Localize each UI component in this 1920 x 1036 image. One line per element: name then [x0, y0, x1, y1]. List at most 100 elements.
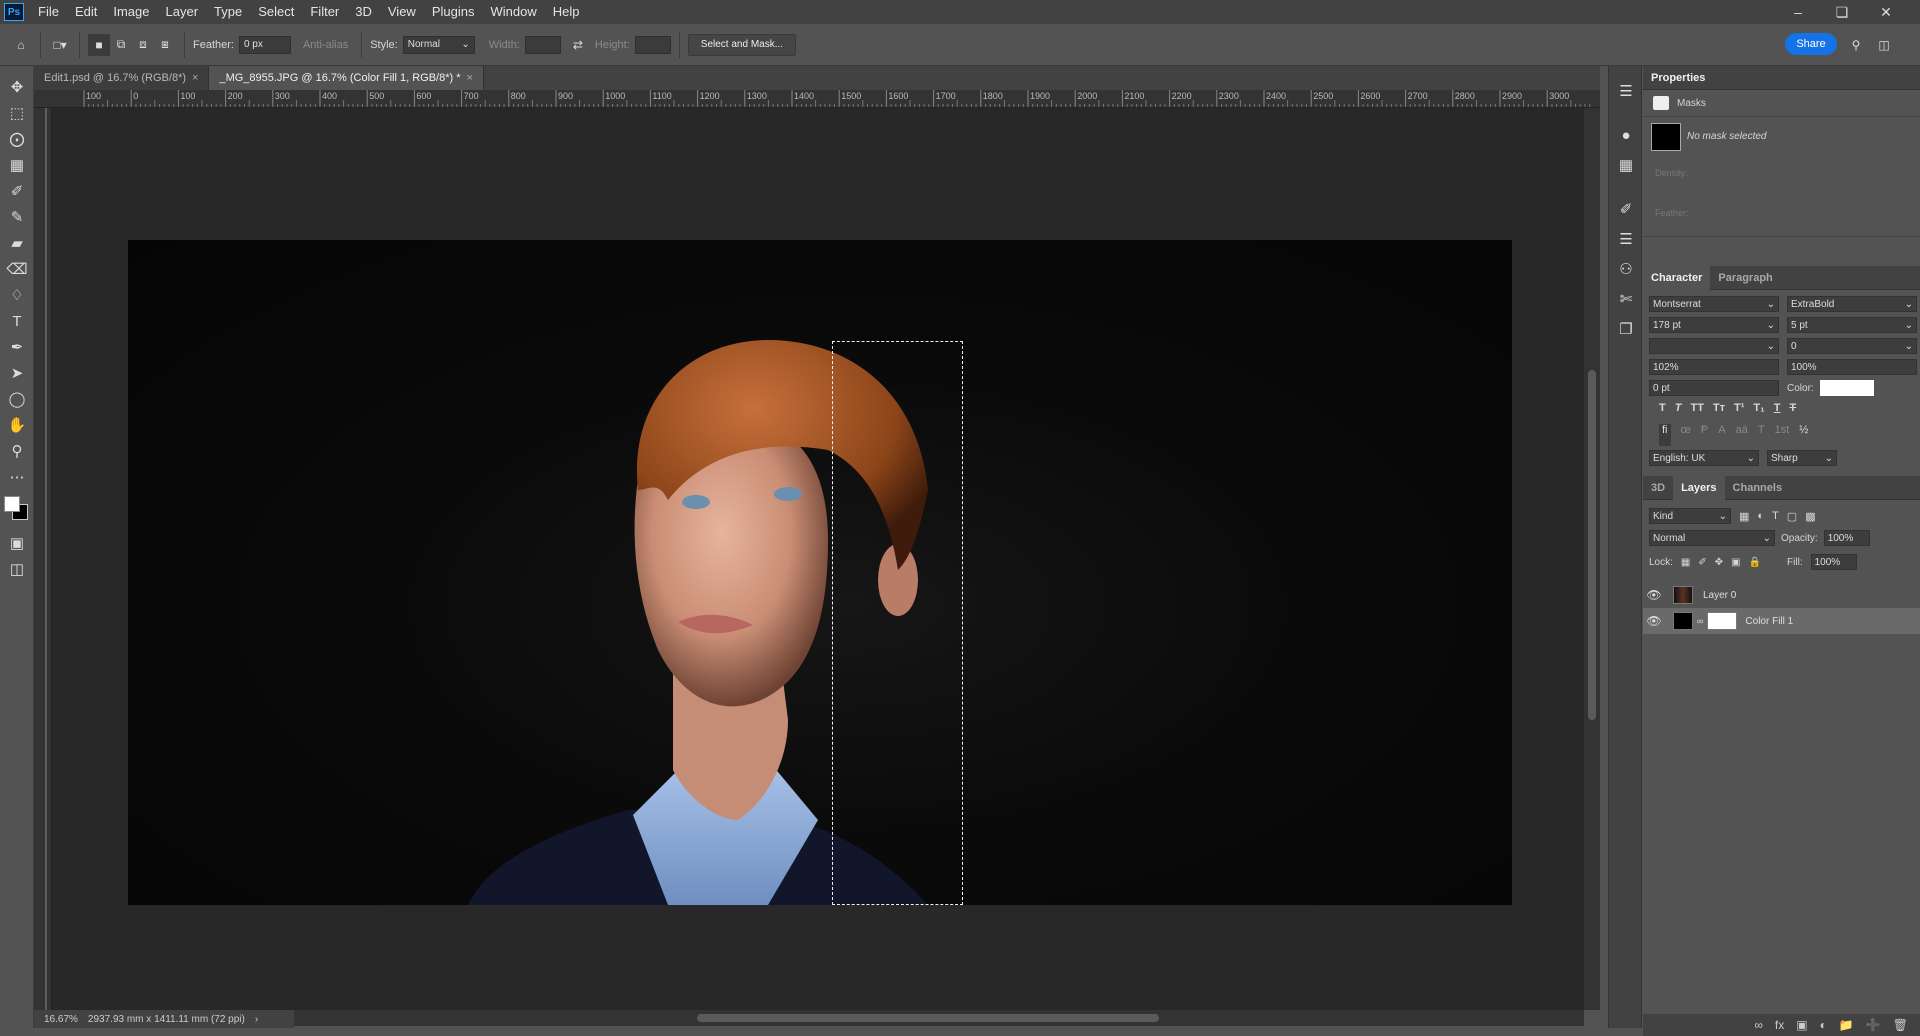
baseline-shift-input[interactable]: 0 pt [1649, 380, 1779, 396]
opacity-input[interactable]: 100% [1823, 530, 1870, 546]
lasso-tool-icon[interactable]: ⨀ [0, 126, 34, 152]
style-select[interactable]: Normal ⌄ [402, 35, 475, 54]
chevron-right-icon[interactable]: › [255, 1014, 258, 1025]
horizontal-scale-input[interactable]: 100% [1787, 359, 1917, 375]
home-icon[interactable]: ⌂ [10, 34, 32, 56]
stamp-tool-icon[interactable]: ▰ [0, 230, 34, 256]
scroll-thumb[interactable] [1588, 370, 1596, 720]
adjustment-filter-icon[interactable]: ◐ [1757, 510, 1764, 522]
ordinals-icon[interactable]: 1st [1775, 424, 1790, 446]
menu-select[interactable]: Select [250, 0, 302, 24]
menu-filter[interactable]: Filter [302, 0, 347, 24]
marquee-tool-icon[interactable]: ⬚ [0, 100, 34, 126]
tab-character[interactable]: Character [1643, 265, 1711, 290]
type-tool-icon[interactable]: T [0, 308, 34, 334]
pixel-filter-icon[interactable]: ▦ [1739, 510, 1749, 523]
kerning-select[interactable]: ⌄ [1649, 338, 1779, 354]
3d-icon[interactable]: ● [1609, 122, 1643, 148]
type-filter-icon[interactable]: T [1772, 510, 1779, 522]
tab-channels[interactable]: Channels [1725, 476, 1791, 500]
adjustment-layer-icon[interactable]: ◐ [1820, 1018, 1827, 1032]
new-selection-icon[interactable]: ■ [88, 33, 110, 56]
lock-transparent-icon[interactable]: ▦ [1681, 557, 1690, 568]
zoom-level[interactable]: 16.67% [44, 1014, 78, 1025]
menu-edit[interactable]: Edit [67, 0, 105, 24]
lock-artboard-icon[interactable]: ▣ [1731, 557, 1740, 568]
minimize-icon[interactable]: – [1776, 0, 1820, 24]
fractions-icon[interactable]: ½ [1799, 424, 1808, 446]
layer-row[interactable]: 👁 Layer 0 [1643, 582, 1920, 608]
text-color-swatch[interactable] [1819, 380, 1874, 396]
document-image[interactable] [128, 240, 1512, 905]
intersect-selection-icon[interactable]: ⧆ [154, 34, 176, 56]
link-layers-icon[interactable]: ∞ [1754, 1018, 1763, 1032]
tab-mg-8955[interactable]: _MG_8955.JPG @ 16.7% (Color Fill 1, RGB/… [209, 66, 484, 90]
ornaments-icon[interactable]: T [1758, 424, 1765, 446]
trash-icon[interactable]: 🗑 [1893, 1018, 1908, 1032]
add-selection-icon[interactable]: ⧉ [110, 34, 132, 56]
font-style-select[interactable]: ExtraBold ⌄ [1787, 296, 1917, 312]
add-mask-icon[interactable]: ▣ [1796, 1018, 1807, 1032]
subscript-icon[interactable]: T₁ [1753, 402, 1764, 424]
restore-icon[interactable]: ❏ [1820, 0, 1864, 24]
screen-mode-icon[interactable]: ◫ [0, 556, 34, 582]
lock-all-icon[interactable]: 🔒 [1749, 557, 1761, 568]
history-icon[interactable]: ☰ [1609, 78, 1643, 104]
feather-input[interactable]: 0 px [238, 35, 291, 54]
font-family-select[interactable]: Montserrat ⌄ [1649, 296, 1779, 312]
all-caps-icon[interactable]: TT [1690, 402, 1703, 424]
menu-3d[interactable]: 3D [347, 0, 380, 24]
fill-input[interactable]: 100% [1810, 554, 1857, 570]
ligatures-icon[interactable]: fi [1659, 424, 1671, 446]
layer-row[interactable]: 👁 ∞ Color Fill 1 [1643, 608, 1920, 634]
new-group-icon[interactable]: 📁 [1839, 1018, 1854, 1032]
faux-bold-icon[interactable]: T [1659, 402, 1666, 424]
layer-name[interactable]: Color Fill 1 [1745, 616, 1793, 627]
move-tool-icon[interactable]: ✥ [0, 74, 34, 100]
height-input[interactable] [634, 35, 671, 54]
color-swatches[interactable] [0, 490, 33, 530]
menu-help[interactable]: Help [545, 0, 588, 24]
faux-italic-icon[interactable]: T [1675, 402, 1682, 424]
lock-image-icon[interactable]: ✐ [1698, 557, 1706, 568]
tracking-select[interactable]: 0 ⌄ [1787, 338, 1917, 354]
smart-filter-icon[interactable]: ▩ [1805, 510, 1815, 523]
search-icon[interactable]: ⚲ [1845, 34, 1867, 56]
quick-mask-icon[interactable]: ▣ [0, 530, 34, 556]
ellipse-tool-icon[interactable]: ◯ [0, 386, 34, 412]
menu-plugins[interactable]: Plugins [424, 0, 483, 24]
strikethrough-icon[interactable]: T [1789, 402, 1796, 424]
workspace-icon[interactable]: ◫ [1873, 34, 1895, 56]
select-and-mask-button[interactable]: Select and Mask... [687, 33, 797, 56]
menu-window[interactable]: Window [482, 0, 544, 24]
leading-select[interactable]: 5 pt ⌄ [1787, 317, 1917, 333]
anti-alias-select[interactable]: Sharp ⌄ [1767, 450, 1837, 466]
lock-position-icon[interactable]: ✥ [1715, 557, 1723, 568]
more-tools-icon[interactable]: ⋯ [0, 464, 34, 490]
eraser-tool-icon[interactable]: ⌫ [0, 256, 34, 282]
fx-icon[interactable]: fx [1775, 1018, 1784, 1032]
object-select-tool-icon[interactable]: ▦ [0, 152, 34, 178]
mask-thumbnail[interactable] [1651, 122, 1681, 151]
link-icon[interactable]: ∞ [1697, 616, 1703, 626]
adjustments-icon[interactable]: ☰ [1609, 226, 1643, 252]
discretionary-ligatures-icon[interactable]: œ [1681, 424, 1691, 446]
tools-icon[interactable]: ✄ [1609, 286, 1643, 312]
eyedropper-tool-icon[interactable]: ✐ [0, 178, 34, 204]
zoom-tool-icon[interactable]: ⚲ [0, 438, 34, 464]
layer-name[interactable]: Layer 0 [1703, 590, 1736, 601]
close-tab-icon[interactable]: × [467, 72, 473, 84]
rectangular-marquee-icon[interactable]: □▾ [49, 34, 71, 56]
swatches-icon[interactable]: ▦ [1609, 152, 1643, 178]
underline-icon[interactable]: T [1774, 402, 1781, 424]
selection-marquee[interactable] [832, 341, 963, 905]
scroll-thumb[interactable] [697, 1014, 1159, 1022]
menu-view[interactable]: View [380, 0, 424, 24]
tab-edit1[interactable]: Edit1.psd @ 16.7% (RGB/8*) × [34, 66, 210, 90]
font-size-select[interactable]: 178 pt ⌄ [1649, 317, 1779, 333]
stylistic-alternates-icon[interactable]: A [1718, 424, 1725, 446]
tab-3d[interactable]: 3D [1643, 476, 1673, 500]
menu-type[interactable]: Type [206, 0, 250, 24]
tab-paragraph[interactable]: Paragraph [1710, 266, 1780, 290]
blend-mode-select[interactable]: Normal ⌄ [1649, 530, 1775, 546]
